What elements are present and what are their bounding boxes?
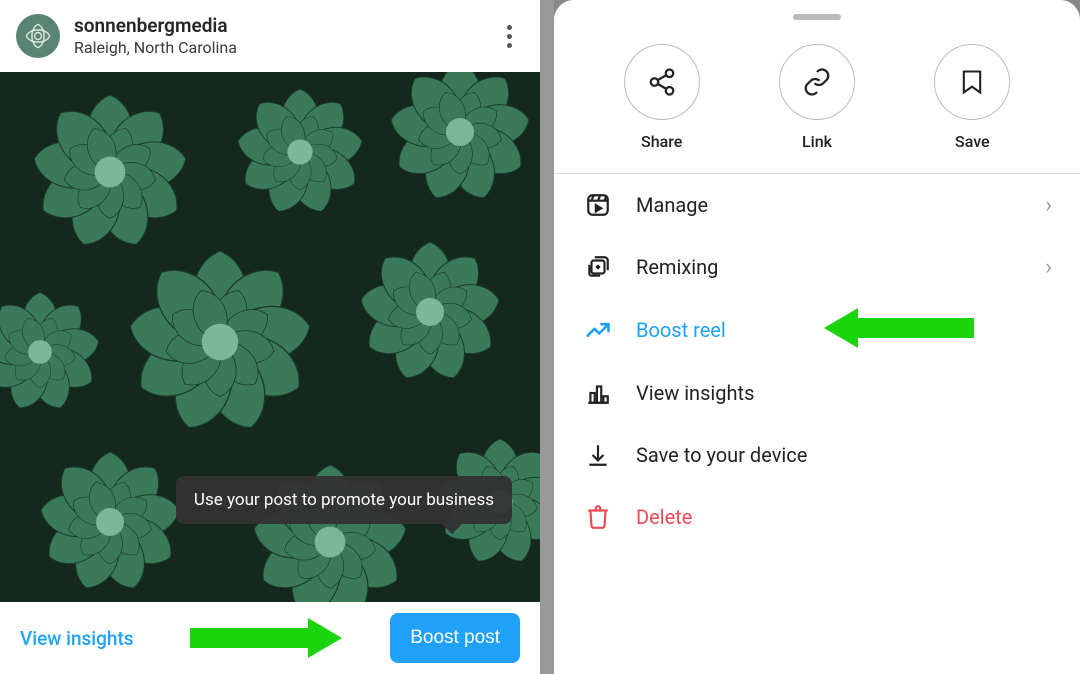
save-action[interactable]: Save <box>934 44 1010 151</box>
panel-divider <box>540 0 554 674</box>
post-image[interactable]: Use your post to promote your business <box>0 72 540 602</box>
location[interactable]: Raleigh, North Carolina <box>74 38 494 57</box>
remixing-item[interactable]: Remixing › <box>554 236 1080 298</box>
bookmark-icon <box>958 68 986 96</box>
annotation-arrow-boost-post <box>190 618 360 658</box>
username[interactable]: sonnenbergmedia <box>74 15 494 38</box>
chevron-right-icon: › <box>1045 255 1052 280</box>
header-text: sonnenbergmedia Raleigh, North Carolina <box>74 15 494 57</box>
save-to-device-label: Save to your device <box>636 443 1052 467</box>
boost-reel-item[interactable]: Boost reel <box>554 298 1080 362</box>
save-label: Save <box>955 132 990 151</box>
post-footer: View insights Boost post <box>0 602 540 674</box>
save-to-device-item[interactable]: Save to your device <box>554 424 1080 486</box>
manage-label: Manage <box>636 193 1045 217</box>
avatar[interactable] <box>16 14 60 58</box>
delete-label: Delete <box>636 505 1052 529</box>
boost-reel-label: Boost reel <box>636 318 1052 342</box>
drag-handle[interactable] <box>793 14 841 20</box>
remix-icon <box>585 254 611 280</box>
view-insights-label: View insights <box>636 381 1052 405</box>
boost-post-button[interactable]: Boost post <box>390 613 520 663</box>
chevron-right-icon: › <box>1045 193 1052 218</box>
remixing-label: Remixing <box>636 255 1045 279</box>
post-header: sonnenbergmedia Raleigh, North Carolina <box>0 0 540 72</box>
trash-icon <box>585 504 611 530</box>
more-options-button[interactable] <box>494 21 524 51</box>
link-action[interactable]: Link <box>779 44 855 151</box>
bottom-sheet: Share Link Save <box>554 0 1080 674</box>
delete-item[interactable]: Delete <box>554 486 1080 548</box>
view-insights-link[interactable]: View insights <box>20 627 134 650</box>
link-label: Link <box>802 132 832 151</box>
view-insights-item[interactable]: View insights <box>554 362 1080 424</box>
sheet-menu-list: Manage › Remixing › <box>554 174 1080 674</box>
link-icon <box>802 67 832 97</box>
share-icon <box>647 67 677 97</box>
manage-item[interactable]: Manage › <box>554 174 1080 236</box>
bar-chart-icon <box>585 380 611 406</box>
clapperboard-icon <box>585 192 611 218</box>
quick-actions-row: Share Link Save <box>554 30 1080 174</box>
boost-tooltip: Use your post to promote your business <box>176 476 512 524</box>
avatar-logo-icon <box>24 22 52 50</box>
trending-up-icon <box>584 316 612 344</box>
post-view: sonnenbergmedia Raleigh, North Carolina <box>0 0 540 674</box>
download-icon <box>585 442 611 468</box>
share-action[interactable]: Share <box>624 44 700 151</box>
share-label: Share <box>641 132 682 151</box>
action-sheet-view: Share Link Save <box>554 0 1080 674</box>
